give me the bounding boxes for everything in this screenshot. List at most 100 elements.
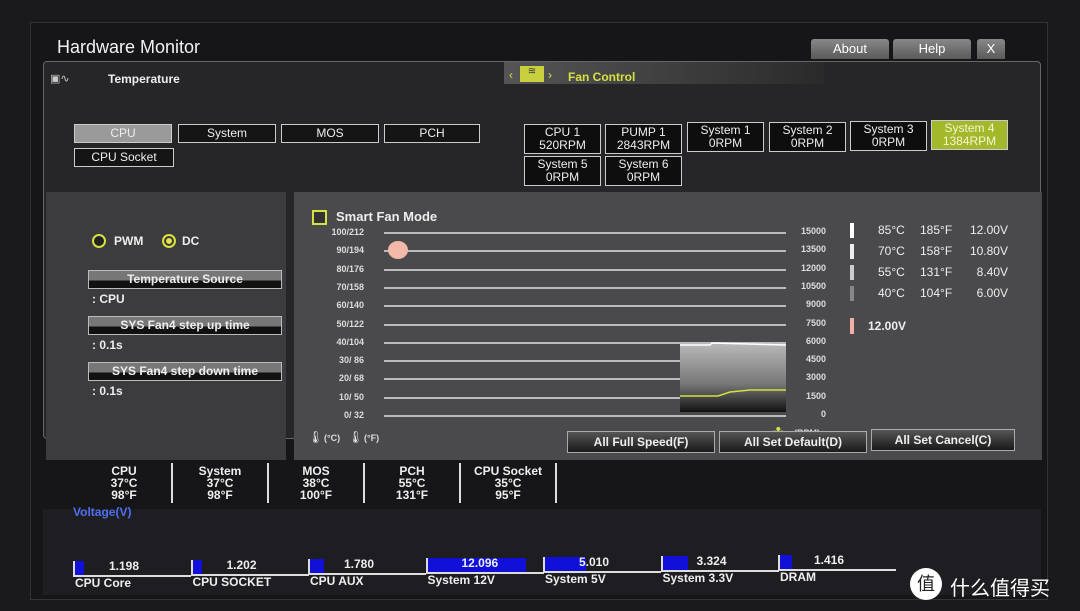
- right-tick-label: 1500: [805, 390, 826, 401]
- voltage-scale-cap: [308, 559, 310, 575]
- separator: [171, 463, 173, 503]
- fan-curve-point[interactable]: [388, 241, 408, 260]
- legend-swatch: [850, 265, 854, 280]
- voltage-scale-cap: [543, 557, 545, 573]
- legend-temp-f: 104°F: [920, 286, 953, 300]
- main-panel: ▣∿ Temperature ‹ ≋ › Fan Control CPU Sys…: [43, 61, 1042, 460]
- legend-row: 55°C 131°F 8.40V: [850, 264, 1050, 282]
- all-set-default-button[interactable]: All Set Default(D): [719, 431, 867, 453]
- help-button[interactable]: Help: [893, 39, 971, 59]
- gridline: [384, 323, 786, 326]
- right-tick-label: 6000: [805, 335, 826, 346]
- left-tick-label: 20/ 68: [338, 373, 364, 384]
- temp-fahrenheit: 98°F: [207, 488, 233, 502]
- legend-temp-c: 85°C: [878, 223, 905, 237]
- voltage-name: DRAM: [780, 570, 816, 584]
- about-button[interactable]: About: [811, 39, 889, 59]
- voltage-name: CPU SOCKET: [192, 575, 272, 589]
- fan-rpm: 2843RPM: [616, 138, 671, 152]
- fan-pump1[interactable]: PUMP 1 2843RPM: [605, 124, 682, 154]
- fan-system3[interactable]: System 3 0RPM: [850, 121, 927, 151]
- fan-rpm: 0RPM: [871, 135, 906, 149]
- legend-temp-c: 55°C: [878, 265, 905, 279]
- voltage-bar: [780, 555, 792, 569]
- right-tick-label: 13500: [800, 244, 826, 255]
- voltage-item-2: 1.780 CPU AUX: [308, 557, 426, 588]
- legend-temp-c: 40°C: [878, 286, 905, 300]
- all-set-cancel-button[interactable]: All Set Cancel(C): [871, 429, 1015, 451]
- step-down-time-button[interactable]: SYS Fan4 step down time: [88, 362, 282, 381]
- right-tick-label: 4500: [805, 354, 826, 365]
- voltage-value: 12.096: [461, 556, 499, 570]
- gridline: [384, 415, 786, 417]
- tab-cpu-socket[interactable]: CPU Socket: [74, 148, 174, 167]
- left-tick-label: 50/122: [336, 318, 364, 329]
- tab-mos[interactable]: MOS: [281, 124, 379, 143]
- step-down-time-value: : 0.1s: [92, 384, 123, 398]
- fan-rpm: 0RPM: [545, 170, 580, 184]
- temperature-source-value: : CPU: [92, 292, 125, 306]
- voltage-name: System 3.3V: [662, 571, 734, 585]
- fan-control-next-icon[interactable]: ›: [548, 68, 552, 82]
- step-up-time-button[interactable]: SYS Fan4 step up time: [88, 316, 282, 335]
- voltage-scale-cap: [190, 560, 193, 576]
- dc-radio[interactable]: [162, 234, 176, 248]
- fan-curve-chart: Smart Fan Mode 100/212 15000 90/194 13500 80…: [294, 192, 1042, 460]
- close-button[interactable]: X: [977, 39, 1005, 59]
- fan-system6[interactable]: System 6 0RPM: [605, 156, 682, 186]
- voltage-scale-cap: [660, 556, 663, 572]
- fan-system5[interactable]: System 5 0RPM: [524, 156, 601, 186]
- separator: [555, 463, 557, 503]
- voltage-scale-cap: [778, 555, 780, 571]
- pwm-radio[interactable]: [92, 234, 106, 248]
- legend-temp-c: 70°C: [878, 244, 905, 258]
- temperature-summary: CPU 37°C 98°F System 37°C 98°F MOS 38°C 100°F PCH…: [81, 461, 561, 505]
- temp-fahrenheit: 95°F: [495, 488, 521, 502]
- right-tick-label: 10500: [800, 280, 826, 291]
- right-tick-label: 9000: [805, 299, 826, 310]
- fan-system2[interactable]: System 2 0RPM: [769, 122, 846, 152]
- voltage-scale-cap: [73, 561, 75, 577]
- right-tick-label: 7500: [805, 317, 826, 328]
- thermometer-c-icon: 🌡: [308, 430, 324, 444]
- temp-fahrenheit: 98°F: [111, 488, 137, 502]
- left-tick-label: 40/104: [336, 336, 364, 347]
- voltage-name: CPU AUX: [310, 574, 364, 588]
- voltage-bar: [192, 560, 202, 574]
- tab-system[interactable]: System: [178, 124, 276, 143]
- voltage-title: Voltage(V): [73, 505, 132, 519]
- fan-system4[interactable]: System 4 1384RPM: [931, 120, 1008, 150]
- legend-voltage: 6.00V: [976, 286, 1008, 300]
- tab-pch[interactable]: PCH: [384, 124, 480, 143]
- voltage-name: CPU Core: [75, 576, 132, 590]
- fan-rpm: 0RPM: [626, 170, 661, 184]
- all-full-speed-button[interactable]: All Full Speed(F): [567, 431, 715, 453]
- separator: [363, 463, 365, 503]
- voltage-value: 1.416: [814, 553, 845, 567]
- thermometer-f-icon: 🌡: [348, 430, 364, 444]
- legend-swatch: [850, 286, 854, 301]
- unit-fahrenheit: (°F): [364, 433, 380, 443]
- tab-cpu[interactable]: CPU: [74, 124, 172, 143]
- gridline: [384, 268, 786, 271]
- fan-system1[interactable]: System 1 0RPM: [687, 122, 764, 152]
- temperature-source-button[interactable]: Temperature Source: [88, 270, 282, 289]
- rpm-history-svg: [680, 342, 787, 397]
- right-tick-label: 12000: [800, 262, 826, 273]
- rpm-history-line: [680, 342, 787, 346]
- voltage-item-3: 12.096 System 12V: [425, 556, 544, 587]
- fan-cpu1[interactable]: CPU 1 520RPM: [524, 124, 601, 154]
- legend-swatch: [850, 223, 854, 238]
- temperature-monitor-icon: ▣∿: [50, 73, 70, 85]
- voltage-value: 1.202: [226, 558, 257, 572]
- voltage-bar: [310, 559, 324, 573]
- fan-chart-icon: ≋: [520, 66, 544, 82]
- fan-control-prev-icon[interactable]: ‹: [509, 68, 513, 82]
- step-up-time-value: : 0.1s: [92, 338, 123, 352]
- voltage-scale-cap: [425, 558, 428, 574]
- current-swatch: [850, 318, 854, 334]
- temp-block: System 37°C 98°F: [177, 465, 263, 501]
- left-tick-label: 0/ 32: [343, 410, 364, 420]
- legend-voltage: 10.80V: [969, 244, 1008, 258]
- left-tick-label: 90/194: [336, 245, 364, 256]
